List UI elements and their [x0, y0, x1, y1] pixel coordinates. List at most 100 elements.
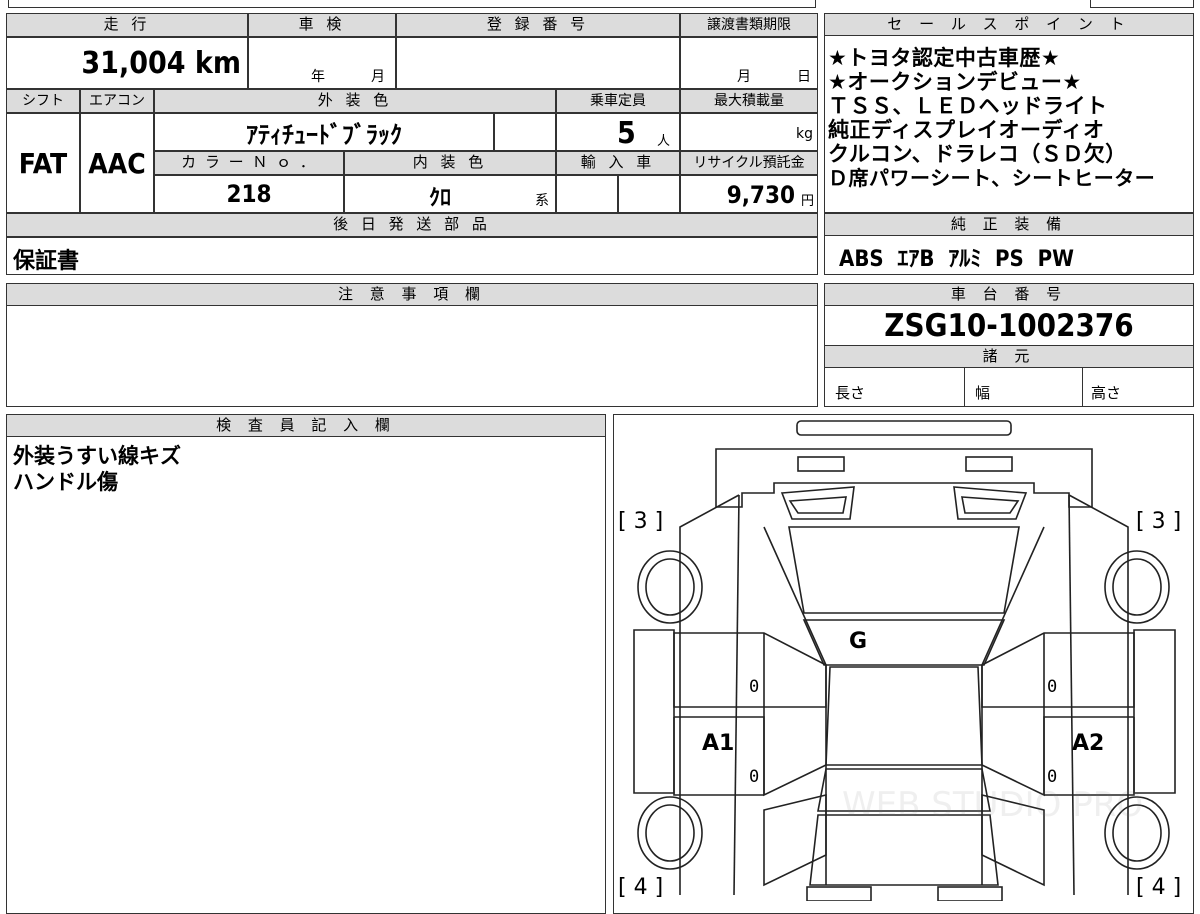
ac-value: AAC — [88, 146, 146, 180]
chassis-value: ZSG10-1002376 — [884, 307, 1134, 344]
headlight-right — [965, 456, 1013, 472]
interior-color-value-cell: ｸﾛ 系 — [344, 175, 556, 213]
trunk-panel — [809, 814, 999, 886]
mark-zero: 0 — [1047, 767, 1058, 787]
specs-header: 諸 元 — [825, 346, 1193, 368]
rear-quarter-left — [763, 793, 827, 887]
max-load-value-cell: kg — [680, 113, 818, 151]
inspection-header: 車 検 — [248, 13, 396, 37]
color-no-value-cell: 218 — [154, 175, 344, 213]
inspector-header: 検 査 員 記 入 欄 — [7, 415, 605, 437]
inspector-line: ハンドル傷 — [13, 470, 118, 494]
body-inner-right — [1068, 494, 1075, 896]
grille-left — [780, 486, 855, 520]
inspector-lines: 外装うすい線キズ ハンドル傷 — [13, 443, 181, 495]
sales-point-line: ★オークションデビュー★ — [828, 70, 1082, 94]
color-no-value: 218 — [226, 180, 272, 208]
registration-header: 登 録 番 号 — [396, 13, 680, 37]
exterior-color-value: ｱﾃｨﾁｭｰﾄﾞﾌﾞﾗｯｸ — [246, 120, 402, 149]
grille-right — [953, 486, 1028, 520]
corner-label-bottom-left: [ 4 ] — [618, 875, 664, 900]
inspection-year-label: 年 — [311, 69, 325, 85]
top-edge-strip — [8, 0, 816, 8]
capacity-unit: 人 — [657, 134, 671, 149]
side-frame-right — [1133, 629, 1176, 794]
spec-height-label: 高さ — [1091, 384, 1122, 402]
body-outline — [679, 494, 1129, 895]
area-a1-label: A1 — [702, 731, 735, 756]
wheel-front-right-inner — [1112, 558, 1162, 616]
corner-label-top-right: [ 3 ] — [1136, 509, 1182, 534]
equipment-box: 純 正 装 備 ABS ｴｱB ｱﾙﾐ PS PW — [824, 213, 1194, 275]
chassis-header: 車 台 番 号 — [825, 284, 1193, 306]
capacity-value: 5 — [617, 116, 636, 151]
inspector-line: 外装うすい線キズ — [13, 444, 181, 468]
wheel-rear-left-inner — [645, 804, 695, 862]
inspection-month-label: 月 — [371, 69, 385, 85]
color-no-header: カ ラ ー Ｎ ｏ ． — [154, 151, 344, 175]
sales-point-line: 純正ディスプレイオーディオ — [828, 118, 1105, 142]
transfer-header: 譲渡書類期限 — [680, 13, 818, 37]
interior-color-header: 内 装 色 — [344, 151, 556, 175]
spec-width-label: 幅 — [975, 384, 991, 402]
hood-outline — [715, 448, 1093, 508]
rear-bumper-left — [806, 886, 872, 901]
mileage-header: 走 行 — [6, 13, 248, 37]
spec-width-cell: 幅 — [965, 368, 1083, 406]
mark-zero: 0 — [1047, 677, 1058, 697]
corner-label-bottom-right: [ 4 ] — [1136, 875, 1182, 900]
chassis-box: 車 台 番 号 ZSG10-1002376 諸 元 長さ 幅 高さ — [824, 283, 1194, 407]
spec-height-cell: 高さ — [1083, 368, 1193, 406]
registration-value-cell — [396, 37, 680, 89]
load-unit: kg — [796, 126, 813, 142]
recycle-header: リサイクル預託金 — [680, 151, 818, 175]
grille-left-inner — [788, 496, 847, 514]
notes-header: 注 意 事 項 欄 — [7, 284, 817, 306]
headlight-left — [797, 456, 845, 472]
car-diagram-box: [ 3 ] [ 3 ] [ 4 ] [ 4 ] G A1 A2 0 0 0 0 … — [613, 414, 1194, 914]
wheel-front-left-inner — [645, 558, 695, 616]
area-a2-label: A2 — [1072, 731, 1105, 756]
import-value-cell-a — [556, 175, 618, 213]
mark-zero: 0 — [749, 767, 760, 787]
shift-value: FAT — [18, 146, 68, 180]
side-frame-left — [633, 629, 675, 794]
recycle-value: 9,730 — [726, 181, 795, 209]
sales-point-line: Ｄ席パワーシート、シートヒーター — [828, 166, 1156, 190]
grille-right-inner — [961, 496, 1020, 514]
grade-g-label: G — [849, 629, 868, 654]
capacity-value-cell: 5 人 — [556, 113, 680, 151]
car-diagram — [633, 420, 1176, 901]
shift-value-cell: FAT — [6, 113, 80, 213]
exterior-color-extra-cell — [494, 113, 556, 151]
rear-bumper-right — [937, 886, 1003, 901]
transfer-value-cell: 月 日 — [680, 37, 818, 89]
transfer-month-label: 月 — [737, 69, 751, 85]
mileage-value-cell: 31,004 km — [6, 37, 248, 89]
interior-color-value: ｸﾛ — [429, 186, 452, 211]
watermark: WEB STUDIO PRO — [842, 785, 1144, 825]
equipment-value: ABS ｴｱB ｱﾙﾐ PS PW — [839, 247, 1074, 272]
sales-point-line: ★トヨタ認定中古車歴★ — [828, 46, 1061, 70]
sales-points-header: セ ー ル ス ポ イ ン ト — [825, 14, 1193, 36]
transfer-day-label: 日 — [797, 69, 811, 85]
later-parts-header: 後 日 発 送 部 品 — [6, 213, 818, 237]
rear-door-right — [981, 716, 1135, 797]
import-header: 輸 入 車 — [556, 151, 680, 175]
sales-point-line: ＴＳＳ、ＬＥＤヘッドライト — [828, 94, 1108, 118]
ac-value-cell: AAC — [80, 113, 154, 213]
body-inner-left — [733, 494, 740, 896]
front-bumper-strip — [796, 420, 1012, 436]
corner-label-top-left: [ 3 ] — [618, 509, 664, 534]
inspector-box: 検 査 員 記 入 欄 外装うすい線キズ ハンドル傷 — [6, 414, 606, 914]
import-value-cell-b — [618, 175, 680, 213]
later-parts-value: 保証書 — [13, 249, 80, 274]
hood-panel — [788, 526, 1020, 614]
top-edge-strip-right — [1090, 0, 1194, 8]
sales-point-line: クルコン、ドラレコ（ＳＤ欠） — [828, 142, 1127, 166]
spec-length-cell: 長さ — [825, 368, 965, 406]
sales-points-box: セ ー ル ス ポ イ ン ト ★トヨタ認定中古車歴★ ★オークションデビュー★… — [824, 13, 1194, 213]
wheel-front-left — [637, 550, 703, 624]
max-load-header: 最大積載量 — [680, 89, 818, 113]
inspection-value-cell: 年 月 — [248, 37, 396, 89]
